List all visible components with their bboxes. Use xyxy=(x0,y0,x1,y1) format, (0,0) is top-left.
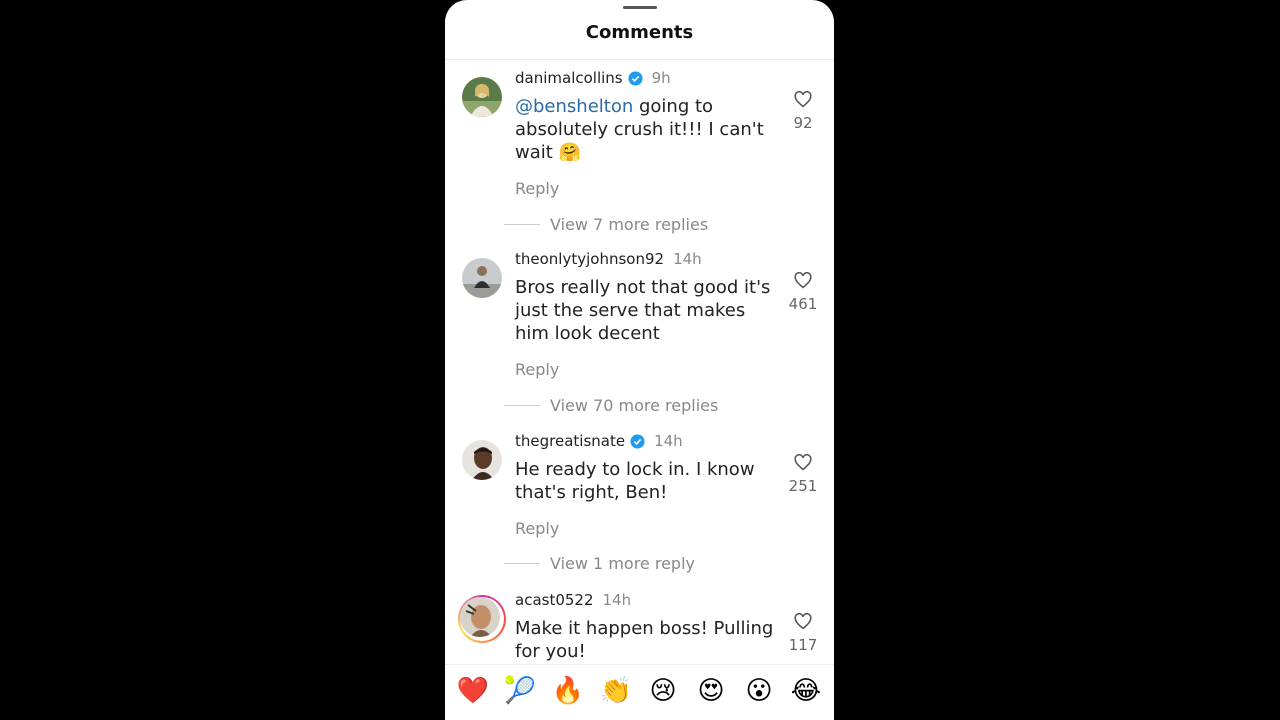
timestamp: 9h xyxy=(651,69,671,87)
comment-text: Bros really not that good it's just the … xyxy=(515,277,771,344)
divider xyxy=(445,59,834,60)
divider xyxy=(504,224,540,225)
surprised-face-icon[interactable]: 😮 xyxy=(741,673,777,709)
like-count: 92 xyxy=(793,114,813,132)
divider xyxy=(504,563,540,564)
username[interactable]: danimalcollins xyxy=(515,69,623,87)
reply-button[interactable]: Reply xyxy=(515,179,559,198)
red-heart-icon[interactable]: ❤️ xyxy=(455,673,491,709)
verified-badge-icon xyxy=(630,433,645,449)
view-more-replies[interactable]: View 70 more replies xyxy=(504,396,718,415)
reply-button[interactable]: Reply xyxy=(515,360,559,379)
view-more-label: View 7 more replies xyxy=(550,215,709,234)
comment-text: @benshelton going to absolutely crush it… xyxy=(515,95,780,164)
mention-link[interactable]: @benshelton xyxy=(515,96,633,117)
view-more-label: View 70 more replies xyxy=(550,396,719,415)
verified-badge-icon xyxy=(628,70,643,86)
timestamp: 14h xyxy=(654,432,683,450)
comment-meta: thegreatisnate 14h xyxy=(515,432,683,450)
avatar[interactable] xyxy=(462,77,502,117)
page-title: Comments xyxy=(585,22,694,43)
avatar[interactable] xyxy=(462,258,502,298)
view-more-replies[interactable]: View 7 more replies xyxy=(504,215,708,234)
comment-meta: theonlytyjohnson92 14h xyxy=(515,250,702,268)
laughing-face-icon[interactable]: 😂 xyxy=(788,673,824,709)
like-count: 117 xyxy=(788,636,818,654)
divider xyxy=(504,405,540,406)
reply-button[interactable]: Reply xyxy=(515,519,559,538)
comment-text: He ready to lock in. I know that's right… xyxy=(515,459,755,503)
username[interactable]: theonlytyjohnson92 xyxy=(515,250,664,268)
reaction-bar: ❤️ 🎾 🔥 👏 😢 😍 😮 😂 xyxy=(445,664,834,720)
username[interactable]: thegreatisnate xyxy=(515,432,625,450)
heart-outline-icon[interactable] xyxy=(793,272,813,289)
like-count: 461 xyxy=(788,295,818,313)
comment-text: Make it happen boss! Pulling for you! xyxy=(515,618,774,662)
heart-outline-icon[interactable] xyxy=(793,91,813,108)
comment-meta: acast0522 14h xyxy=(515,591,631,609)
drag-handle[interactable] xyxy=(623,6,657,9)
clapping-hands-icon[interactable]: 👏 xyxy=(598,673,634,709)
timestamp: 14h xyxy=(602,591,632,609)
heart-outline-icon[interactable] xyxy=(793,613,813,630)
view-more-replies[interactable]: View 1 more reply xyxy=(504,554,695,573)
tennis-icon[interactable]: 🎾 xyxy=(502,673,538,709)
view-more-label: View 1 more reply xyxy=(550,554,695,573)
heart-outline-icon[interactable] xyxy=(793,454,813,471)
story-ring[interactable] xyxy=(458,595,506,643)
comments-sheet: Comments danimalcollins 9h @benshelton g… xyxy=(445,0,834,720)
like-count: 251 xyxy=(788,477,818,495)
fire-icon[interactable]: 🔥 xyxy=(550,673,586,709)
heart-eyes-icon[interactable]: 😍 xyxy=(693,673,729,709)
avatar[interactable] xyxy=(462,440,502,480)
comment-meta: danimalcollins 9h xyxy=(515,69,671,87)
avatar[interactable] xyxy=(460,597,500,637)
crying-face-icon[interactable]: 😢 xyxy=(645,673,681,709)
username[interactable]: acast0522 xyxy=(515,591,594,609)
timestamp: 14h xyxy=(673,250,702,268)
